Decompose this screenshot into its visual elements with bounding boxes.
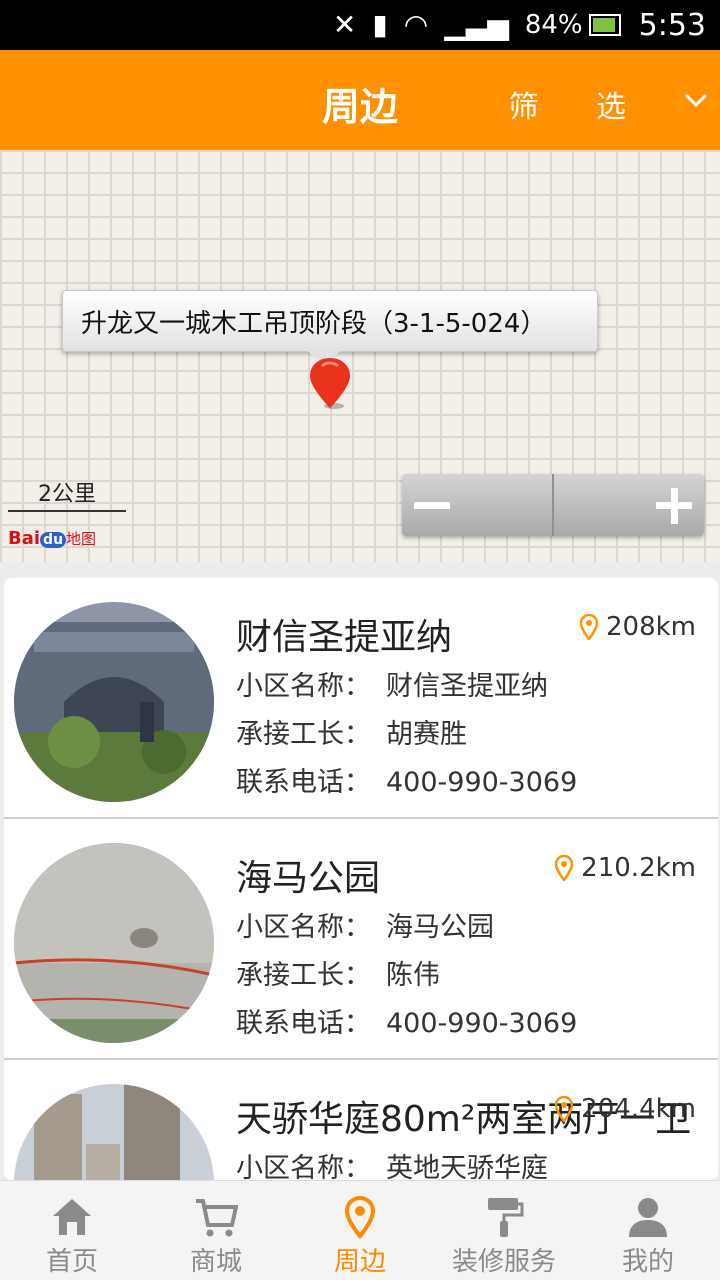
- foreman-row: 承接工长： 陈伟: [236, 953, 440, 992]
- tab-label: 周边: [333, 1247, 386, 1277]
- list-item[interactable]: 财信圣提亚纳 208km 小区名称： 财信圣提亚纳 承接工长： 胡赛胜 联系电话： 4…: [4, 578, 718, 819]
- distance: 210.2km: [555, 853, 696, 883]
- baidu-map-logo: Bai du 地图: [8, 528, 97, 549]
- foreman-value: 胡赛胜: [386, 719, 467, 750]
- filter-button[interactable]: 筛 选: [508, 82, 650, 126]
- distance-value: 208km: [605, 612, 696, 642]
- home-icon: [53, 1199, 91, 1235]
- paint-roller-icon: [488, 1198, 524, 1237]
- community-label: 小区名称：: [236, 671, 371, 702]
- community-label: 小区名称：: [236, 912, 371, 943]
- tab-label: 首页: [45, 1247, 98, 1277]
- map-marker-icon[interactable]: [308, 356, 352, 410]
- wifi-icon: ◠: [403, 8, 429, 41]
- tab-label: 装修服务: [451, 1247, 556, 1277]
- bluetooth-off-icon: ✕: [332, 8, 357, 41]
- clock: 5:53: [638, 7, 706, 43]
- map-view[interactable]: 升龙又一城木工吊顶阶段（3-1-5-024） 2公里 Bai du 地图: [0, 150, 720, 562]
- tab-label: 我的: [621, 1247, 674, 1277]
- distance-value: 210.2km: [581, 853, 696, 883]
- project-photo: [14, 843, 214, 1043]
- distance: 208km: [579, 612, 696, 642]
- community-value: 英地天骄华庭: [386, 1153, 548, 1180]
- project-name: 财信圣提亚纳: [236, 617, 453, 658]
- community-row: 小区名称： 英地天骄华庭: [236, 1146, 548, 1180]
- zoom-controls: [402, 474, 704, 536]
- phone-value[interactable]: 400-990-3069: [386, 1008, 577, 1039]
- foreman-label: 承接工长：: [236, 960, 371, 991]
- project-photo: [14, 1084, 214, 1180]
- zoom-in-button[interactable]: [552, 474, 704, 536]
- tab-nearby[interactable]: 周边: [288, 1181, 432, 1280]
- bottom-tab-bar: 首页 商城 周边 装修服务 我的: [0, 1180, 720, 1280]
- project-list: 财信圣提亚纳 208km 小区名称： 财信圣提亚纳 承接工长： 胡赛胜 联系电话： 4…: [4, 578, 718, 1180]
- distance-value: 204.4km: [581, 1094, 696, 1124]
- community-value: 财信圣提亚纳: [386, 671, 548, 702]
- foreman-row: 承接工长： 胡赛胜: [236, 712, 467, 751]
- tab-label: 商城: [189, 1247, 242, 1277]
- map-scale: 2公里: [8, 476, 126, 512]
- phone-label: 联系电话：: [236, 767, 371, 798]
- location-pin-icon: [579, 614, 598, 640]
- foreman-value: 陈伟: [386, 960, 440, 991]
- community-value: 海马公园: [386, 912, 494, 943]
- battery-percent: 84%: [524, 10, 583, 40]
- project-photo: [14, 602, 214, 802]
- battery-icon: [588, 14, 621, 36]
- list-item[interactable]: 海马公园 210.2km 小区名称： 海马公园 承接工长： 陈伟 联系电话： 400-…: [4, 819, 718, 1060]
- distance: 204.4km: [555, 1094, 696, 1124]
- project-name: 海马公园: [236, 858, 381, 899]
- tab-services[interactable]: 装修服务: [432, 1181, 576, 1280]
- community-row: 小区名称： 海马公园: [236, 905, 494, 944]
- location-pin-icon: [555, 1096, 574, 1122]
- user-icon: [629, 1198, 667, 1237]
- phone-row: 联系电话： 400-990-3069: [236, 760, 577, 799]
- list-item[interactable]: 天骄华庭80m²两室两厅一卫 204.4km 小区名称： 英地天骄华庭: [4, 1060, 718, 1180]
- status-bar: ✕ ▮ ◠ ▁▃▅ 84% 5:53: [0, 0, 720, 50]
- tab-home[interactable]: 首页: [0, 1181, 144, 1280]
- sim-card-icon: ▮: [372, 8, 388, 41]
- chevron-down-icon[interactable]: [684, 88, 708, 112]
- phone-label: 联系电话：: [236, 1008, 371, 1039]
- community-row: 小区名称： 财信圣提亚纳: [236, 664, 548, 703]
- foreman-label: 承接工长：: [236, 719, 371, 750]
- app-header: 周边 筛 选: [0, 50, 720, 150]
- location-pin-icon: [555, 855, 574, 881]
- phone-row: 联系电话： 400-990-3069: [236, 1001, 577, 1040]
- phone-value[interactable]: 400-990-3069: [386, 767, 577, 798]
- map-marker-callout[interactable]: 升龙又一城木工吊顶阶段（3-1-5-024）: [62, 290, 598, 352]
- cart-icon: [196, 1199, 238, 1237]
- zoom-out-button[interactable]: [402, 474, 552, 536]
- tab-mall[interactable]: 商城: [144, 1181, 288, 1280]
- tab-profile[interactable]: 我的: [576, 1181, 720, 1280]
- community-label: 小区名称：: [236, 1153, 371, 1180]
- location-pin-icon: [344, 1195, 376, 1239]
- signal-icon: ▁▃▅: [444, 8, 509, 41]
